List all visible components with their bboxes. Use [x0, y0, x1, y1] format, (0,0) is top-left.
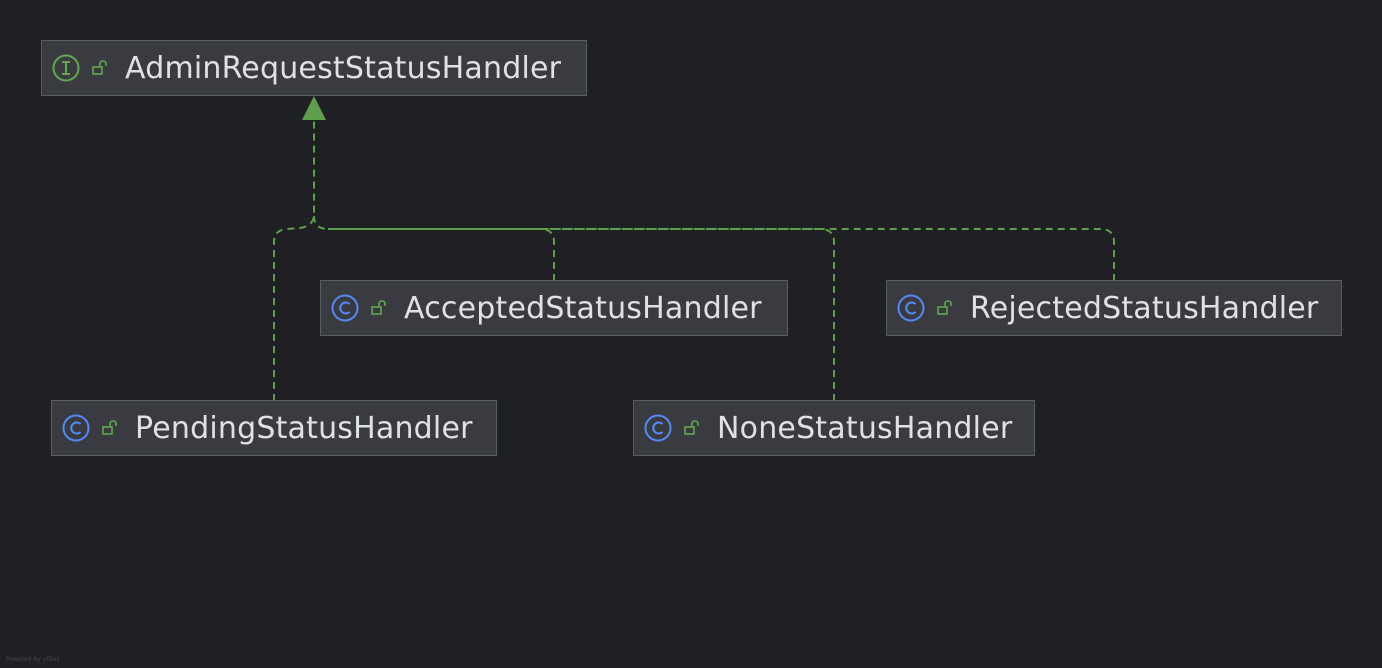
- interface-icon: [51, 53, 81, 83]
- class-node-accepted-status-handler[interactable]: AcceptedStatusHandler: [320, 280, 788, 336]
- class-name: AcceptedStatusHandler: [404, 290, 762, 326]
- class-node-rejected-status-handler[interactable]: RejectedStatusHandler: [886, 280, 1342, 336]
- uml-diagram-canvas: AdminRequestStatusHandler AcceptedStatus…: [0, 0, 1382, 668]
- edge-accepted-to-interface: [313, 215, 555, 281]
- class-name: RejectedStatusHandler: [970, 290, 1319, 326]
- class-icon: [330, 293, 360, 323]
- class-name: NoneStatusHandler: [717, 410, 1013, 446]
- class-node-none-status-handler[interactable]: NoneStatusHandler: [633, 400, 1035, 456]
- realization-arrowhead: [302, 96, 326, 120]
- class-node-pending-status-handler[interactable]: PendingStatusHandler: [51, 400, 497, 456]
- public-unlock-icon: [682, 418, 702, 438]
- interface-name: AdminRequestStatusHandler: [125, 50, 562, 86]
- public-unlock-icon: [369, 298, 389, 318]
- public-unlock-icon: [90, 58, 110, 78]
- yfiles-watermark: Powered by yFiles: [6, 656, 60, 663]
- class-icon: [61, 413, 91, 443]
- edge-pending-to-interface: [273, 118, 315, 401]
- public-unlock-icon: [100, 418, 120, 438]
- class-name: PendingStatusHandler: [135, 410, 473, 446]
- interface-node-admin-request-status-handler[interactable]: AdminRequestStatusHandler: [41, 40, 587, 96]
- class-icon: [643, 413, 673, 443]
- public-unlock-icon: [935, 298, 955, 318]
- edge-rejected-to-interface: [328, 228, 1115, 281]
- class-icon: [896, 293, 926, 323]
